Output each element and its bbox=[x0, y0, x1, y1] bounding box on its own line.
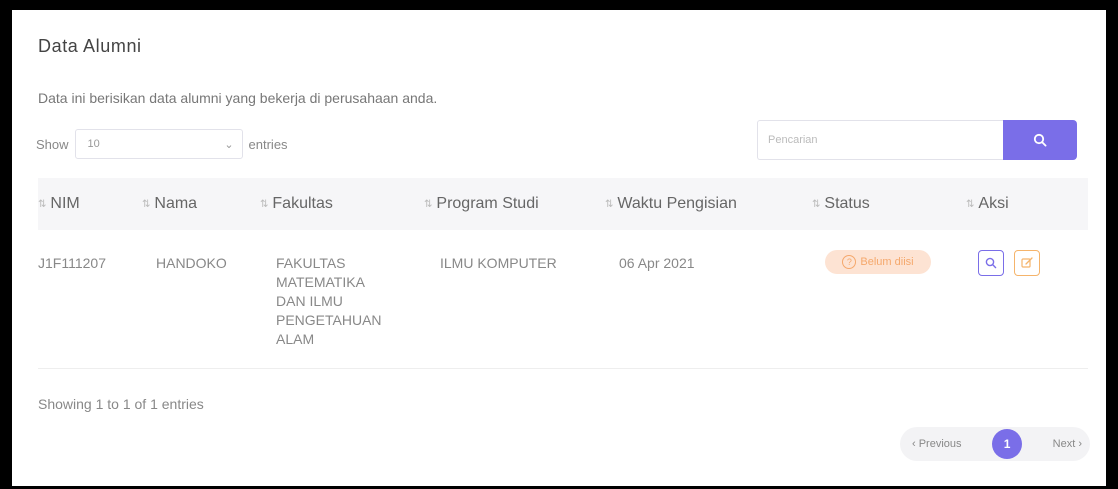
next-button[interactable]: Next › bbox=[1053, 438, 1082, 450]
column-nim[interactable]: ⇅ NIM bbox=[38, 178, 80, 230]
sort-icon: ⇅ bbox=[38, 198, 47, 210]
sort-icon: ⇅ bbox=[142, 198, 151, 210]
page-title: Data Alumni bbox=[38, 36, 142, 56]
table-info: Showing 1 to 1 of 1 entries bbox=[38, 396, 204, 412]
entries-value: 10 bbox=[87, 138, 100, 150]
column-nama[interactable]: ⇅ Nama bbox=[142, 178, 197, 230]
previous-button[interactable]: ‹ Previous bbox=[912, 438, 962, 450]
status-label: Belum diisi bbox=[860, 256, 914, 268]
sort-icon: ⇅ bbox=[424, 198, 433, 210]
cell-nim: J1F111207 bbox=[38, 255, 106, 271]
pagination: ‹ Previous 1 Next › bbox=[900, 427, 1090, 461]
page-1-button[interactable]: 1 bbox=[992, 429, 1023, 459]
search-icon bbox=[1033, 133, 1047, 147]
edit-button[interactable] bbox=[1014, 250, 1040, 276]
header-label: Status bbox=[824, 195, 870, 212]
sort-icon: ⇅ bbox=[260, 198, 269, 210]
search-input[interactable] bbox=[757, 120, 1003, 160]
header-label: Fakultas bbox=[272, 195, 333, 212]
column-status[interactable]: ⇅ Status bbox=[812, 178, 870, 230]
cell-program-studi: ILMU KOMPUTER bbox=[440, 255, 557, 271]
header-label: Program Studi bbox=[436, 195, 539, 212]
page-card: Data Alumni Data ini berisikan data alum… bbox=[12, 10, 1106, 486]
search-icon bbox=[985, 257, 997, 269]
chevron-down-icon: ⌄ bbox=[224, 138, 234, 151]
entries-label: entries bbox=[248, 136, 288, 152]
view-button[interactable] bbox=[978, 250, 1004, 276]
header-label: Nama bbox=[154, 195, 198, 212]
header-label: Aksi bbox=[978, 195, 1009, 212]
column-program-studi[interactable]: ⇅ Program Studi bbox=[424, 178, 539, 230]
cell-waktu-pengisian: 06 Apr 2021 bbox=[619, 255, 695, 271]
column-fakultas[interactable]: ⇅ Fakultas bbox=[260, 178, 333, 230]
sort-icon: ⇅ bbox=[812, 198, 821, 210]
sort-icon: ⇅ bbox=[966, 198, 975, 210]
column-aksi[interactable]: ⇅ Aksi bbox=[966, 178, 1009, 230]
cell-fakultas: FAKULTAS MATEMATIKA DAN ILMU PENGETAHUAN… bbox=[276, 255, 382, 347]
header-label: NIM bbox=[50, 195, 80, 212]
question-circle-icon: ? bbox=[842, 255, 857, 269]
show-label: Show bbox=[36, 136, 69, 152]
status-badge: ? Belum diisi bbox=[825, 250, 931, 274]
page-description: Data ini berisikan data alumni yang beke… bbox=[38, 90, 438, 106]
cell-nama: HANDOKO bbox=[156, 255, 227, 271]
entries-control: Show 10 ⌄ entries bbox=[36, 128, 288, 160]
edit-icon bbox=[1021, 257, 1033, 268]
sort-icon: ⇅ bbox=[605, 198, 614, 210]
search-group bbox=[757, 120, 1077, 160]
alumni-table: ⇅ NIM ⇅ Nama ⇅ Fakultas ⇅ Program Studi … bbox=[38, 178, 1088, 369]
search-button[interactable] bbox=[1003, 120, 1077, 160]
column-waktu-pengisian[interactable]: ⇅ Waktu Pengisian bbox=[605, 178, 737, 230]
entries-select[interactable]: 10 ⌄ bbox=[74, 129, 243, 159]
header-label: Waktu Pengisian bbox=[617, 195, 737, 212]
